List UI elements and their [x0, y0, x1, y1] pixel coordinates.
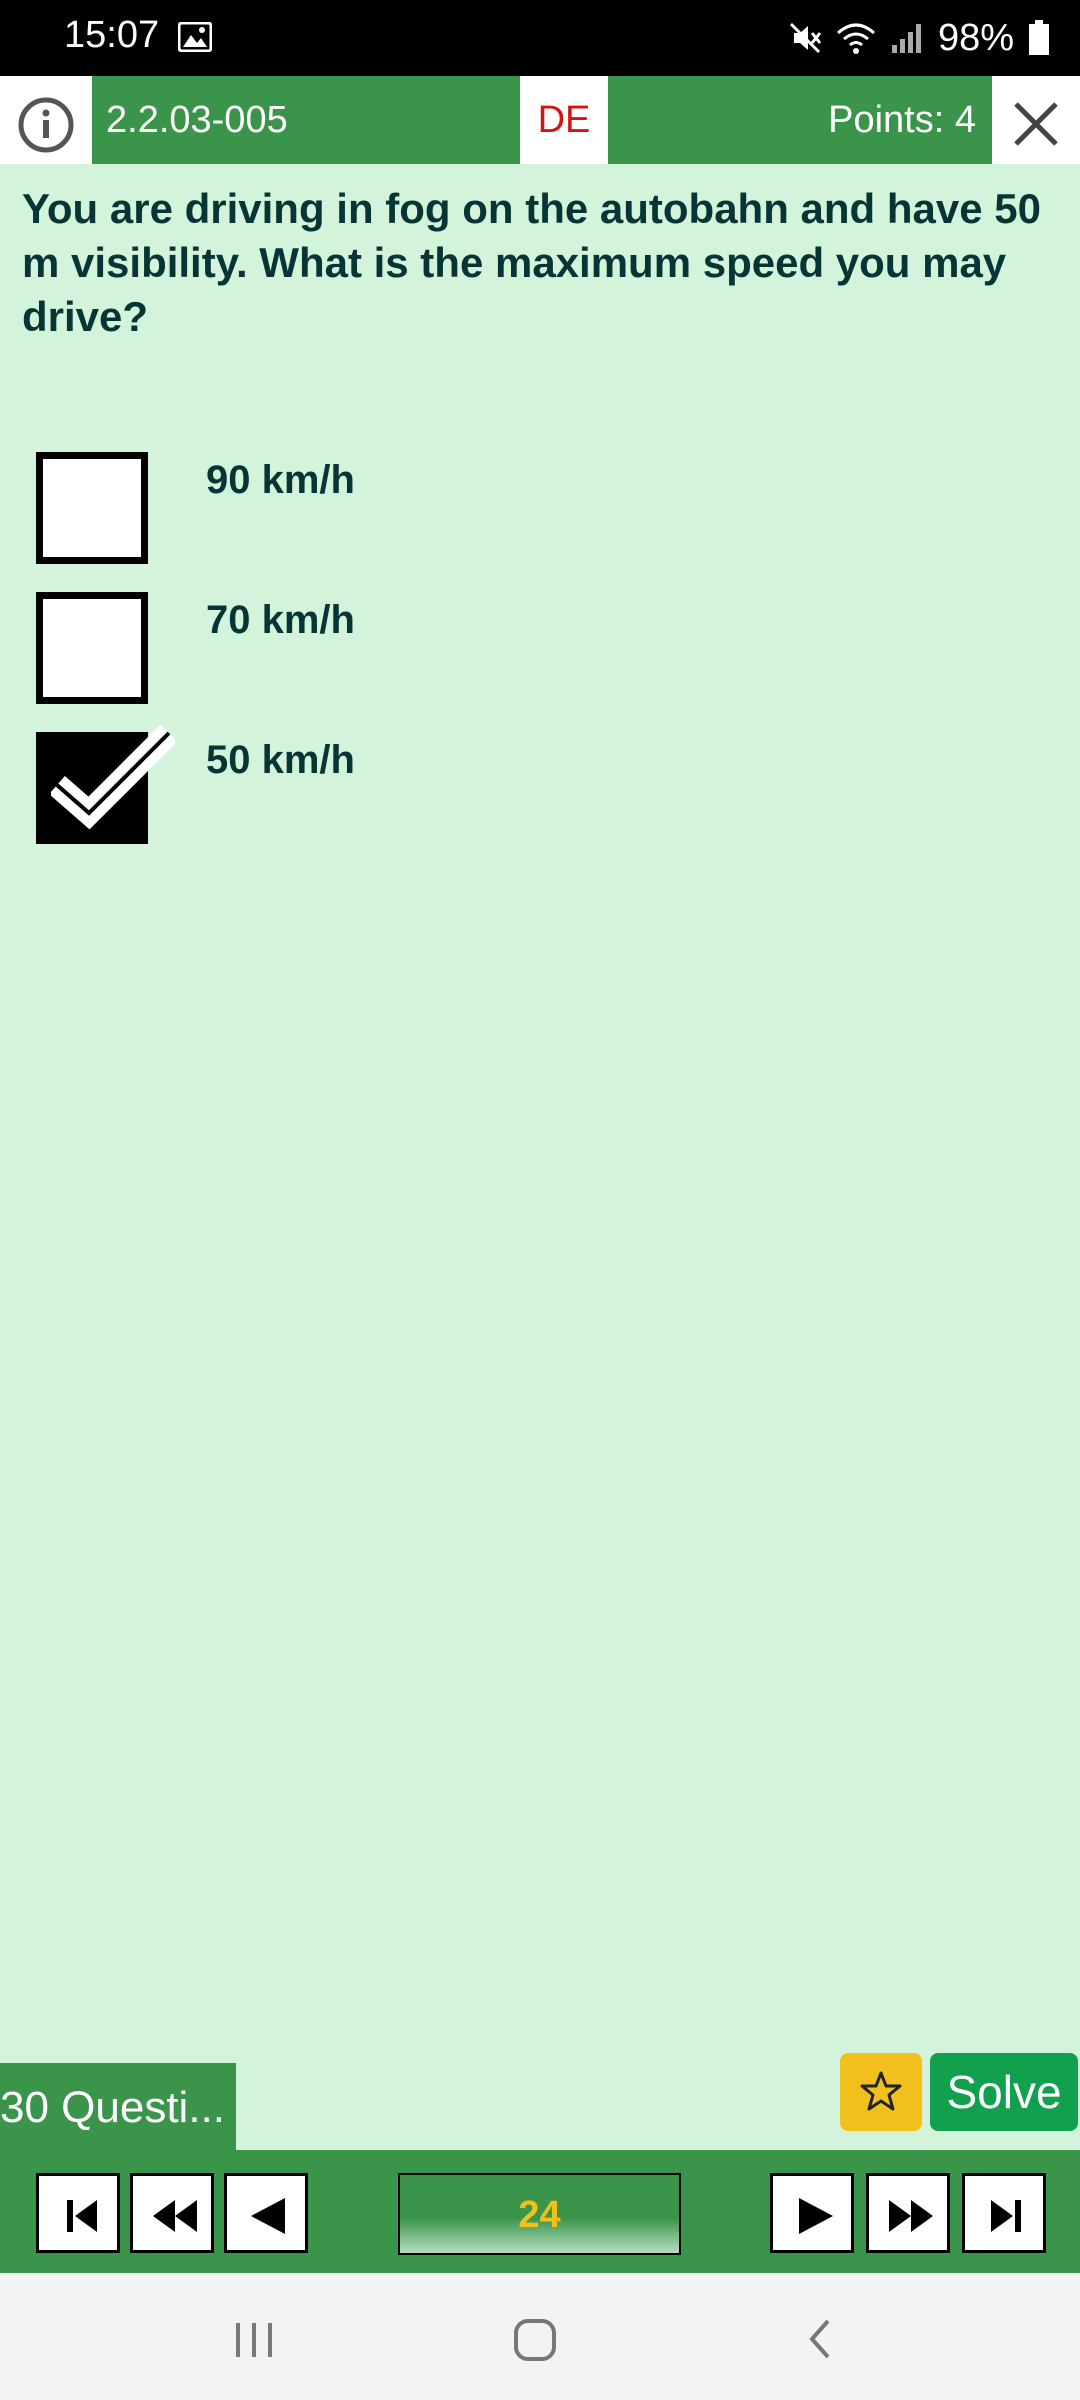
fast-forward-button[interactable] — [866, 2173, 950, 2253]
close-button[interactable] — [992, 76, 1080, 164]
system-back-icon — [790, 2319, 850, 2373]
answer-option-3[interactable]: 50 km/h — [36, 724, 1036, 852]
mute-icon — [788, 21, 822, 55]
signal-icon — [890, 21, 924, 55]
answer-checkbox-checked[interactable] — [36, 724, 175, 844]
close-icon — [992, 102, 1080, 168]
next-button[interactable] — [770, 2173, 854, 2253]
answer-checkbox[interactable] — [36, 592, 148, 704]
info-icon — [0, 97, 92, 168]
question-id: 2.2.03-005 — [106, 99, 288, 141]
answer-label: 90 km/h — [206, 458, 355, 502]
system-back-button[interactable] — [790, 2309, 850, 2369]
status-time: 15:07 — [64, 14, 160, 56]
answer-label: 50 km/h — [206, 738, 355, 782]
image-icon — [178, 22, 212, 52]
info-button[interactable] — [0, 76, 92, 164]
battery-label: 98% — [937, 16, 1014, 59]
recents-button[interactable] — [224, 2309, 284, 2369]
question-text: You are driving in fog on the autobahn a… — [22, 185, 1041, 340]
question-counter[interactable]: 24 — [398, 2173, 681, 2255]
favorite-button[interactable] — [840, 2053, 922, 2131]
question-navigation: 24 — [0, 2153, 1080, 2273]
points-label: Points: 4 — [828, 99, 976, 141]
solve-button[interactable]: Solve — [930, 2053, 1078, 2131]
answer-checkbox[interactable] — [36, 452, 148, 564]
battery-icon — [1028, 20, 1050, 56]
system-navigation-bar — [0, 2273, 1080, 2400]
language-button[interactable]: DE — [520, 76, 608, 164]
answer-label: 70 km/h — [206, 598, 355, 642]
home-icon — [505, 2319, 565, 2373]
last-question-button[interactable] — [962, 2173, 1046, 2253]
answer-option-1[interactable]: 90 km/h — [36, 452, 1036, 572]
star-icon — [840, 2071, 922, 2135]
status-bar: 15:07 98% — [0, 0, 1080, 76]
first-question-button[interactable] — [36, 2173, 120, 2253]
previous-button[interactable] — [224, 2173, 308, 2253]
question-header: 2.2.03-005 DE Points: 4 — [0, 76, 1080, 164]
wifi-icon — [836, 21, 876, 55]
home-button[interactable] — [505, 2309, 565, 2369]
fast-back-button[interactable] — [130, 2173, 214, 2253]
recents-icon — [224, 2323, 284, 2373]
answer-option-2[interactable]: 70 km/h — [36, 592, 1036, 712]
questions-tab[interactable]: 30 Questi... — [0, 2063, 236, 2153]
